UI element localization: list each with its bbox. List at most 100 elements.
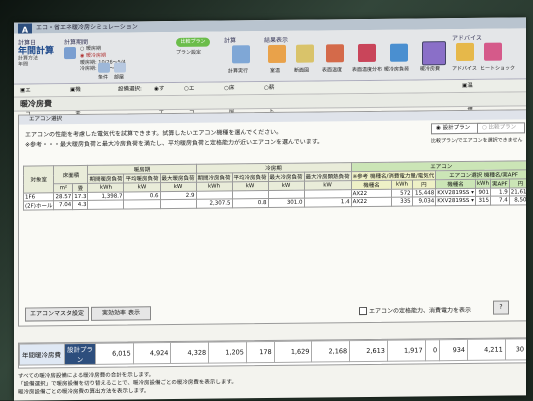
heating-cost-label: 暖冷房費 bbox=[420, 66, 441, 73]
panel-title: エアコン選択 bbox=[29, 116, 63, 123]
cell-tatami: 4.3 bbox=[72, 200, 88, 210]
surface-temp-label: 表面温度 bbox=[322, 67, 343, 74]
annual-cost-table: 年間暖冷房費 設計プラン 6,015 4,924 4,328 1,205 178… bbox=[19, 338, 526, 366]
device-select-label: 設備選択: bbox=[118, 86, 142, 93]
annual-cost-footer: 年間暖冷房費 設計プラン 6,015 4,924 4,328 1,205 178… bbox=[18, 337, 526, 369]
unit-m2: m² bbox=[53, 183, 73, 193]
annual-cost-value: 1,629 bbox=[274, 341, 312, 363]
cell-cost2: 8,508 bbox=[509, 195, 526, 205]
room-label: 部屋 bbox=[114, 74, 125, 81]
col-model2: 機種名 bbox=[435, 179, 476, 189]
design-plan-radio[interactable]: ◉ 設計プラン bbox=[431, 122, 481, 135]
compare-plan-radio[interactable]: ○ 比較プラン bbox=[477, 122, 525, 134]
cell-c-max: 301.0 bbox=[268, 198, 305, 208]
annual-cost-label: 年間暖冷房費 bbox=[19, 343, 65, 366]
aircon-select-tab[interactable]: ▣ エアコン選択 bbox=[20, 85, 31, 154]
annual-cost-value: 4,328 bbox=[170, 342, 209, 364]
surface-temp-icon[interactable] bbox=[326, 44, 344, 63]
heat-shock-label: ヒートショック bbox=[480, 65, 516, 72]
compare-plan-note: 比較プラン/でエアコンを選択できません bbox=[431, 137, 523, 145]
aircon-select-panel: エアコン選択 エアコンの性能を考慮した電気代を試算できます。試算したいエアコン機… bbox=[18, 109, 526, 327]
cell-h-max bbox=[160, 199, 197, 209]
device-change-tab[interactable]: ▣ 機器変更 bbox=[70, 84, 81, 129]
unit-kw: kW bbox=[268, 181, 305, 191]
calc-run-icon[interactable] bbox=[232, 45, 250, 64]
advice-label: アドバイス bbox=[452, 65, 477, 73]
annual-cost-value: 4,211 bbox=[467, 339, 506, 361]
filter-floor-heating-radio[interactable]: ○ 床暖房 bbox=[224, 82, 234, 115]
annual-cost-value: 934 bbox=[439, 339, 468, 361]
filter-stove-radio[interactable]: ○ 薪ストーブ bbox=[264, 82, 274, 139]
col-ref-group: ※参考 機種名/消費電力量/電気代 bbox=[351, 170, 436, 181]
effective-rate-button[interactable]: 実効効率 表示 bbox=[91, 306, 151, 321]
unit-kw: kW bbox=[160, 182, 197, 192]
col-floor-area: 床面積 bbox=[53, 165, 88, 184]
plan-indicator[interactable]: 設計プラン bbox=[64, 343, 96, 365]
room-icon[interactable] bbox=[114, 62, 126, 73]
show-rating-checkbox[interactable] bbox=[359, 306, 367, 316]
compare-plan-setting[interactable]: プラン設定 bbox=[176, 49, 201, 56]
unit-kwh: kWh bbox=[391, 180, 413, 190]
cell-power2: 901 bbox=[475, 188, 491, 197]
advice-icon[interactable] bbox=[456, 42, 474, 62]
result-group-label: 結果表示 bbox=[264, 36, 289, 45]
heat-shock-icon[interactable] bbox=[484, 42, 502, 61]
surface-temp-dist-label: 表面温度分布 bbox=[352, 66, 383, 74]
col-c-sensible: 最大冷房顕熱負荷 bbox=[304, 171, 352, 182]
annual-calc-group[interactable]: 計算日 年間計算 計算方法 年間 bbox=[18, 37, 60, 81]
cell-power: 335 bbox=[391, 197, 413, 207]
calc-run-label: 計算実行 bbox=[228, 68, 249, 75]
load-icon[interactable] bbox=[390, 43, 408, 62]
cell-power2: 315 bbox=[475, 196, 491, 206]
info-line-3: 暖冷房設備ごとの暖冷房費の算出方法を表示します。 bbox=[18, 388, 150, 396]
cell-cost: 15,448 bbox=[412, 188, 436, 198]
aircon-model-select[interactable]: KXV2819SS ▾ bbox=[435, 196, 476, 206]
surface-temp-dist-icon[interactable] bbox=[358, 43, 376, 63]
unit-kw: kW bbox=[232, 181, 269, 191]
unit-kwh: kWh bbox=[196, 181, 233, 192]
cell-area: 28.57 bbox=[53, 192, 73, 201]
cell-room: (2F)ホール bbox=[23, 200, 54, 211]
col-h-period: 期間暖房負荷 bbox=[87, 174, 124, 184]
cell-area: 7.04 bbox=[53, 200, 73, 210]
show-rating-label: エアコンの定格能力、消費電力を表示 bbox=[369, 306, 472, 315]
cross-section-icon[interactable] bbox=[296, 44, 314, 63]
annual-cost-value: 1,205 bbox=[208, 341, 247, 364]
panel-note-2: ※参考・・・最大暖房負荷と最大冷房負荷を満たし、平均暖房負荷と定格能力が近いエア… bbox=[25, 138, 324, 149]
unit-yen: 円 bbox=[412, 179, 436, 190]
cell-h-avg bbox=[123, 199, 160, 210]
heating-cost-icon[interactable] bbox=[422, 41, 446, 66]
cross-section-label: 断面図 bbox=[294, 67, 310, 74]
cell-apf: 1.9 bbox=[490, 187, 510, 197]
aircon-master-button[interactable]: エアコンマスタ設定 bbox=[25, 306, 89, 322]
filter-aircon-radio[interactable]: ○ エアコン bbox=[184, 83, 194, 128]
annual-cost-value: 30 bbox=[505, 338, 526, 361]
cell-c-period: 2,307.5 bbox=[196, 198, 233, 209]
help-button[interactable]: ? bbox=[493, 300, 509, 315]
annual-cost-value: 2,168 bbox=[311, 340, 350, 363]
cell-tatami: 17.3 bbox=[72, 192, 88, 201]
annual-calc-sub: 計算方法 年間 bbox=[18, 55, 39, 68]
advice-group: アドバイス アドバイス ヒートショック bbox=[452, 32, 516, 77]
compare-plan-button[interactable]: 比較プラン bbox=[176, 37, 210, 47]
col-c-max: 最大冷房負荷 bbox=[268, 172, 305, 182]
cell-apf: 7.4 bbox=[490, 195, 510, 206]
room-temp-icon[interactable] bbox=[268, 44, 286, 64]
unit-kwh: kWh bbox=[475, 179, 491, 189]
col-c-avg: 平均冷房負荷 bbox=[232, 172, 269, 182]
cell-h-period bbox=[87, 200, 124, 210]
annual-cost-value: 178 bbox=[246, 341, 275, 363]
window-title: エコ・省エネ暖冷房シミュレーション bbox=[36, 23, 138, 32]
unit-kwh: kWh bbox=[87, 183, 124, 193]
aircon-table: 対象室 床面積 暖房期 冷房期 エアコン 期間暖房負荷 平均暖房負荷 最大暖房負… bbox=[23, 160, 526, 211]
period-icon bbox=[64, 47, 76, 60]
annual-cost-value: 2,613 bbox=[349, 340, 388, 362]
cell-model: AX22 bbox=[351, 197, 392, 207]
thermal-eval-button[interactable]: ▣ 温熱環境評価 bbox=[462, 80, 473, 149]
col-h-max: 最大暖房負荷 bbox=[160, 173, 197, 183]
unit-kw: kW bbox=[123, 182, 160, 193]
filter-all-radio[interactable]: ◉ すべて bbox=[154, 83, 164, 116]
load-label: 暖冷房負荷 bbox=[384, 66, 410, 73]
condition-label: 条件 bbox=[98, 74, 109, 81]
condition-icon[interactable] bbox=[98, 62, 110, 73]
